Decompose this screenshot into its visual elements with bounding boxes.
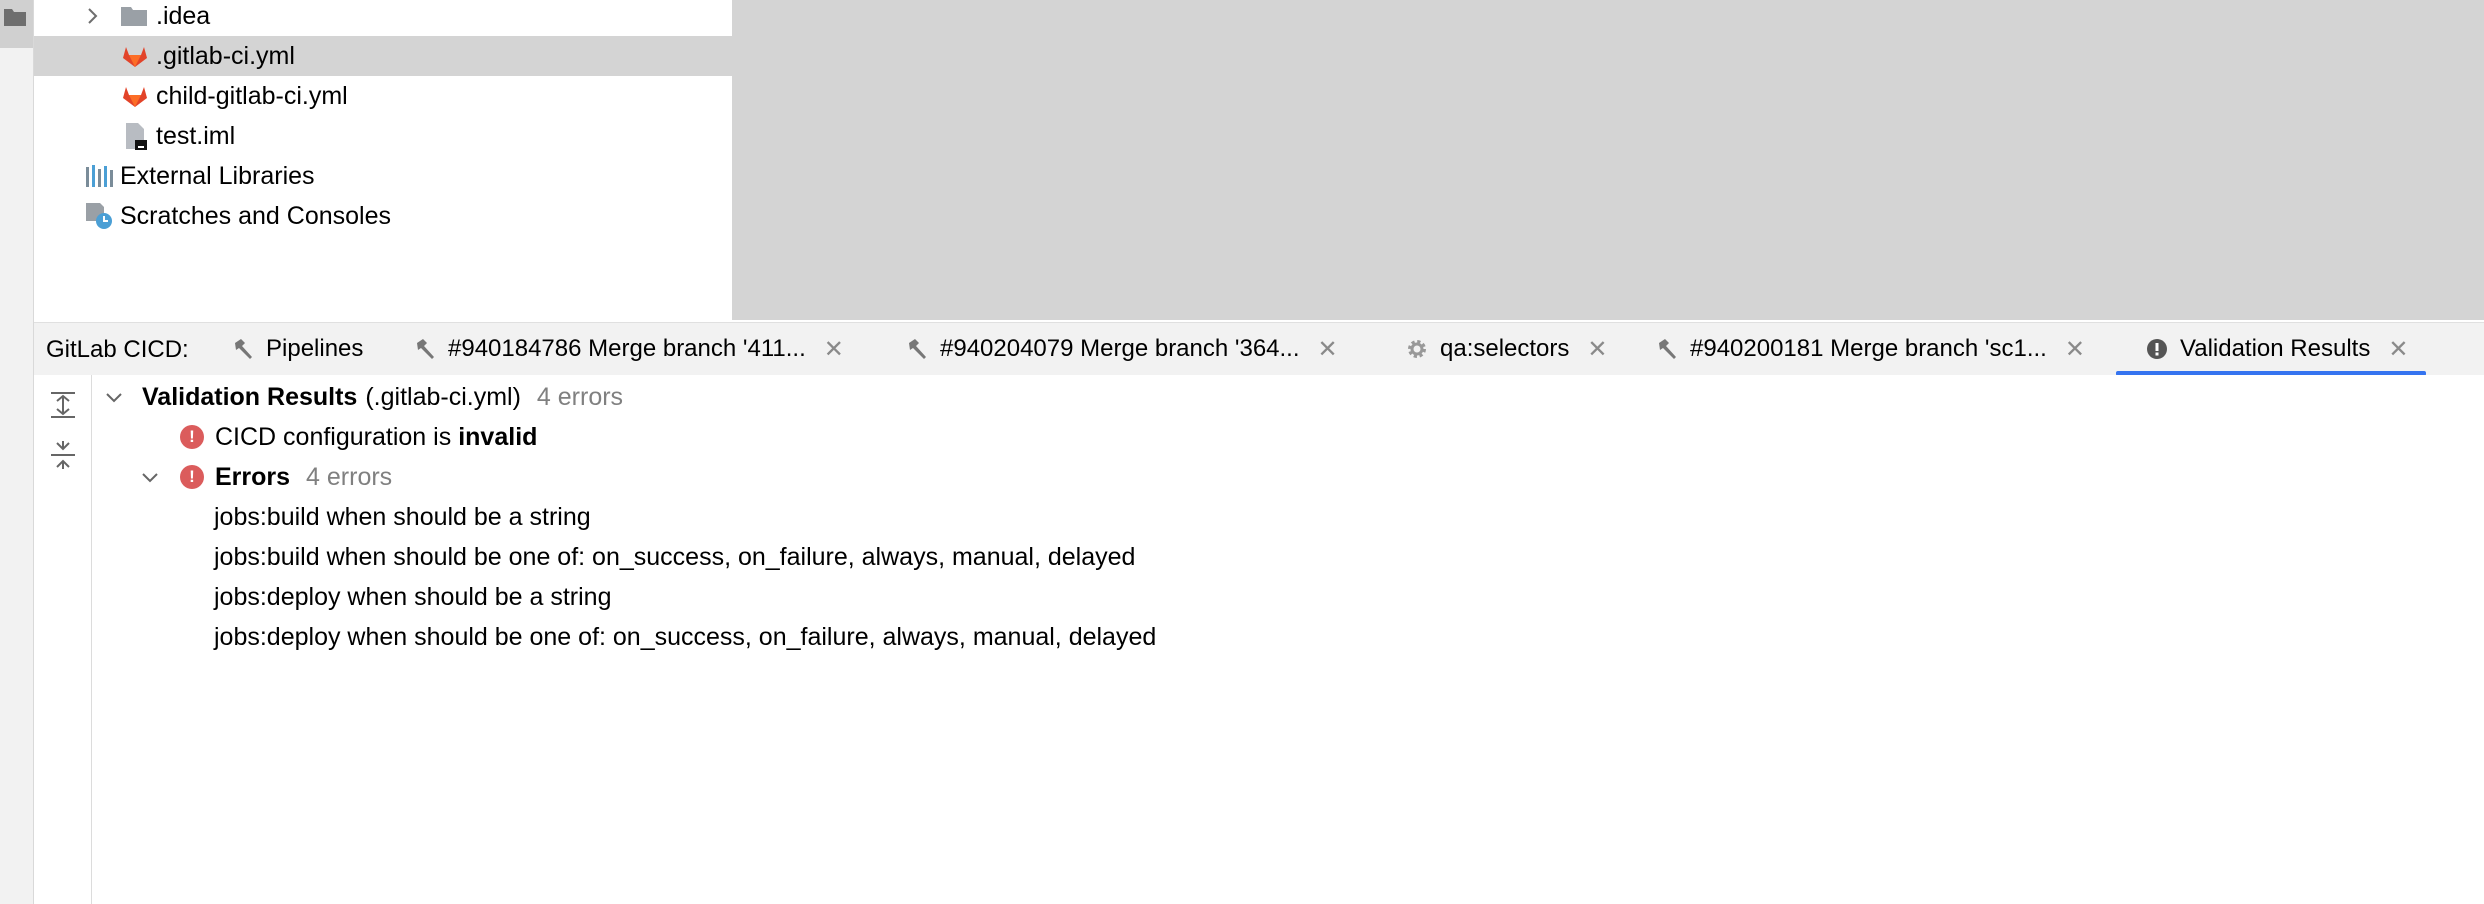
tab-label: #940204079 Merge branch '364... xyxy=(940,335,1300,362)
expand-all-icon[interactable] xyxy=(47,389,79,421)
error-icon xyxy=(2144,336,2170,362)
gitlab-icon xyxy=(123,47,147,67)
folder-icon xyxy=(121,7,147,26)
libraries-icon xyxy=(86,165,113,187)
tab-qa-selectors[interactable]: qa:selectors ✕ xyxy=(1404,323,1608,375)
gitlab-icon xyxy=(123,87,147,107)
results-root-count: 4 errors xyxy=(536,382,624,411)
tool-window-title: GitLab CICD: xyxy=(46,336,189,363)
left-tool-strip xyxy=(0,0,34,904)
tab-pipeline-940204079[interactable]: #940204079 Merge branch '364... ✕ xyxy=(904,323,1338,375)
tree-item-idea[interactable]: .idea xyxy=(34,0,732,36)
gear-icon xyxy=(1404,336,1430,362)
tab-validation-results[interactable]: Validation Results ✕ xyxy=(2116,323,2427,376)
tab-label: #940184786 Merge branch '411... xyxy=(448,335,806,362)
project-tool-button[interactable] xyxy=(0,0,33,48)
results-root-label: Validation Results xyxy=(142,382,358,411)
errors-node[interactable]: ! Errors 4 errors xyxy=(140,457,392,497)
results-root-file: (.gitlab-ci.yml) xyxy=(365,382,521,411)
gitlab-cicd-tool-bar: GitLab CICD: Pipelines #940184786 Merge … xyxy=(34,322,2484,376)
editor-area xyxy=(732,0,2484,320)
scratches-icon xyxy=(86,203,112,229)
hammer-icon xyxy=(904,336,930,362)
tree-item-child-gitlab-ci[interactable]: child-gitlab-ci.yml xyxy=(34,76,732,116)
results-root-node[interactable]: Validation Results (.gitlab-ci.yml) 4 er… xyxy=(104,377,623,417)
tree-item-gitlab-ci[interactable]: .gitlab-ci.yml xyxy=(34,36,732,76)
tree-item-external-libraries[interactable]: External Libraries xyxy=(34,156,732,196)
error-message-row[interactable]: jobs:build when should be one of: on_suc… xyxy=(214,537,1135,577)
tree-item-label: test.iml xyxy=(156,121,236,150)
chevron-down-icon[interactable] xyxy=(140,467,160,487)
error-icon: ! xyxy=(180,425,204,449)
close-icon[interactable]: ✕ xyxy=(2065,335,2085,364)
config-status-prefix: CICD configuration is xyxy=(215,422,452,451)
error-message: jobs:deploy when should be a string xyxy=(214,582,612,611)
tab-label: qa:selectors xyxy=(1440,335,1570,362)
tree-item-label: External Libraries xyxy=(120,161,315,190)
error-message: jobs:deploy when should be one of: on_su… xyxy=(214,622,1157,651)
tree-item-label: .gitlab-ci.yml xyxy=(156,41,295,70)
close-icon[interactable]: ✕ xyxy=(1318,335,1338,364)
results-toolbar xyxy=(34,375,92,904)
hammer-icon xyxy=(230,336,256,362)
tree-item-scratches[interactable]: Scratches and Consoles xyxy=(34,196,732,236)
tab-pipeline-940200181[interactable]: #940200181 Merge branch 'sc1... ✕ xyxy=(1654,323,2085,375)
validation-results-tree: Validation Results (.gitlab-ci.yml) 4 er… xyxy=(92,375,2484,904)
error-message: jobs:build when should be a string xyxy=(214,502,591,531)
tab-label: Validation Results xyxy=(2180,335,2371,362)
config-status-node[interactable]: ! CICD configuration is invalid xyxy=(180,417,537,457)
error-message-row[interactable]: jobs:deploy when should be one of: on_su… xyxy=(214,617,1156,657)
tree-item-label: .idea xyxy=(156,1,211,30)
hammer-icon xyxy=(412,336,438,362)
config-status-value: invalid xyxy=(458,422,538,451)
tab-pipelines[interactable]: Pipelines xyxy=(230,323,363,375)
hammer-icon xyxy=(1654,336,1680,362)
tab-label: Pipelines xyxy=(266,335,364,362)
tree-item-test-iml[interactable]: test.iml xyxy=(34,116,732,156)
errors-count: 4 errors xyxy=(306,462,393,491)
error-message-row[interactable]: jobs:deploy when should be a string xyxy=(214,577,612,617)
error-message: jobs:build when should be one of: on_suc… xyxy=(214,542,1136,571)
chevron-right-icon[interactable] xyxy=(82,6,102,26)
iml-file-icon xyxy=(126,123,147,150)
tree-item-label: Scratches and Consoles xyxy=(120,201,391,230)
tab-pipeline-940184786[interactable]: #940184786 Merge branch '411... ✕ xyxy=(412,323,844,375)
project-tree: .idea .gitlab-ci.yml child-gitlab-ci.yml… xyxy=(34,0,732,320)
folder-icon xyxy=(4,9,26,26)
collapse-all-icon[interactable] xyxy=(47,439,79,471)
error-message-row[interactable]: jobs:build when should be a string xyxy=(214,497,591,537)
error-icon: ! xyxy=(180,465,204,489)
tree-item-label: child-gitlab-ci.yml xyxy=(156,81,348,110)
tab-label: #940200181 Merge branch 'sc1... xyxy=(1690,335,2047,362)
close-icon[interactable]: ✕ xyxy=(1587,335,1607,364)
errors-label: Errors xyxy=(215,462,291,491)
close-icon[interactable]: ✕ xyxy=(2388,335,2408,364)
chevron-down-icon[interactable] xyxy=(104,387,124,407)
close-icon[interactable]: ✕ xyxy=(824,335,844,364)
